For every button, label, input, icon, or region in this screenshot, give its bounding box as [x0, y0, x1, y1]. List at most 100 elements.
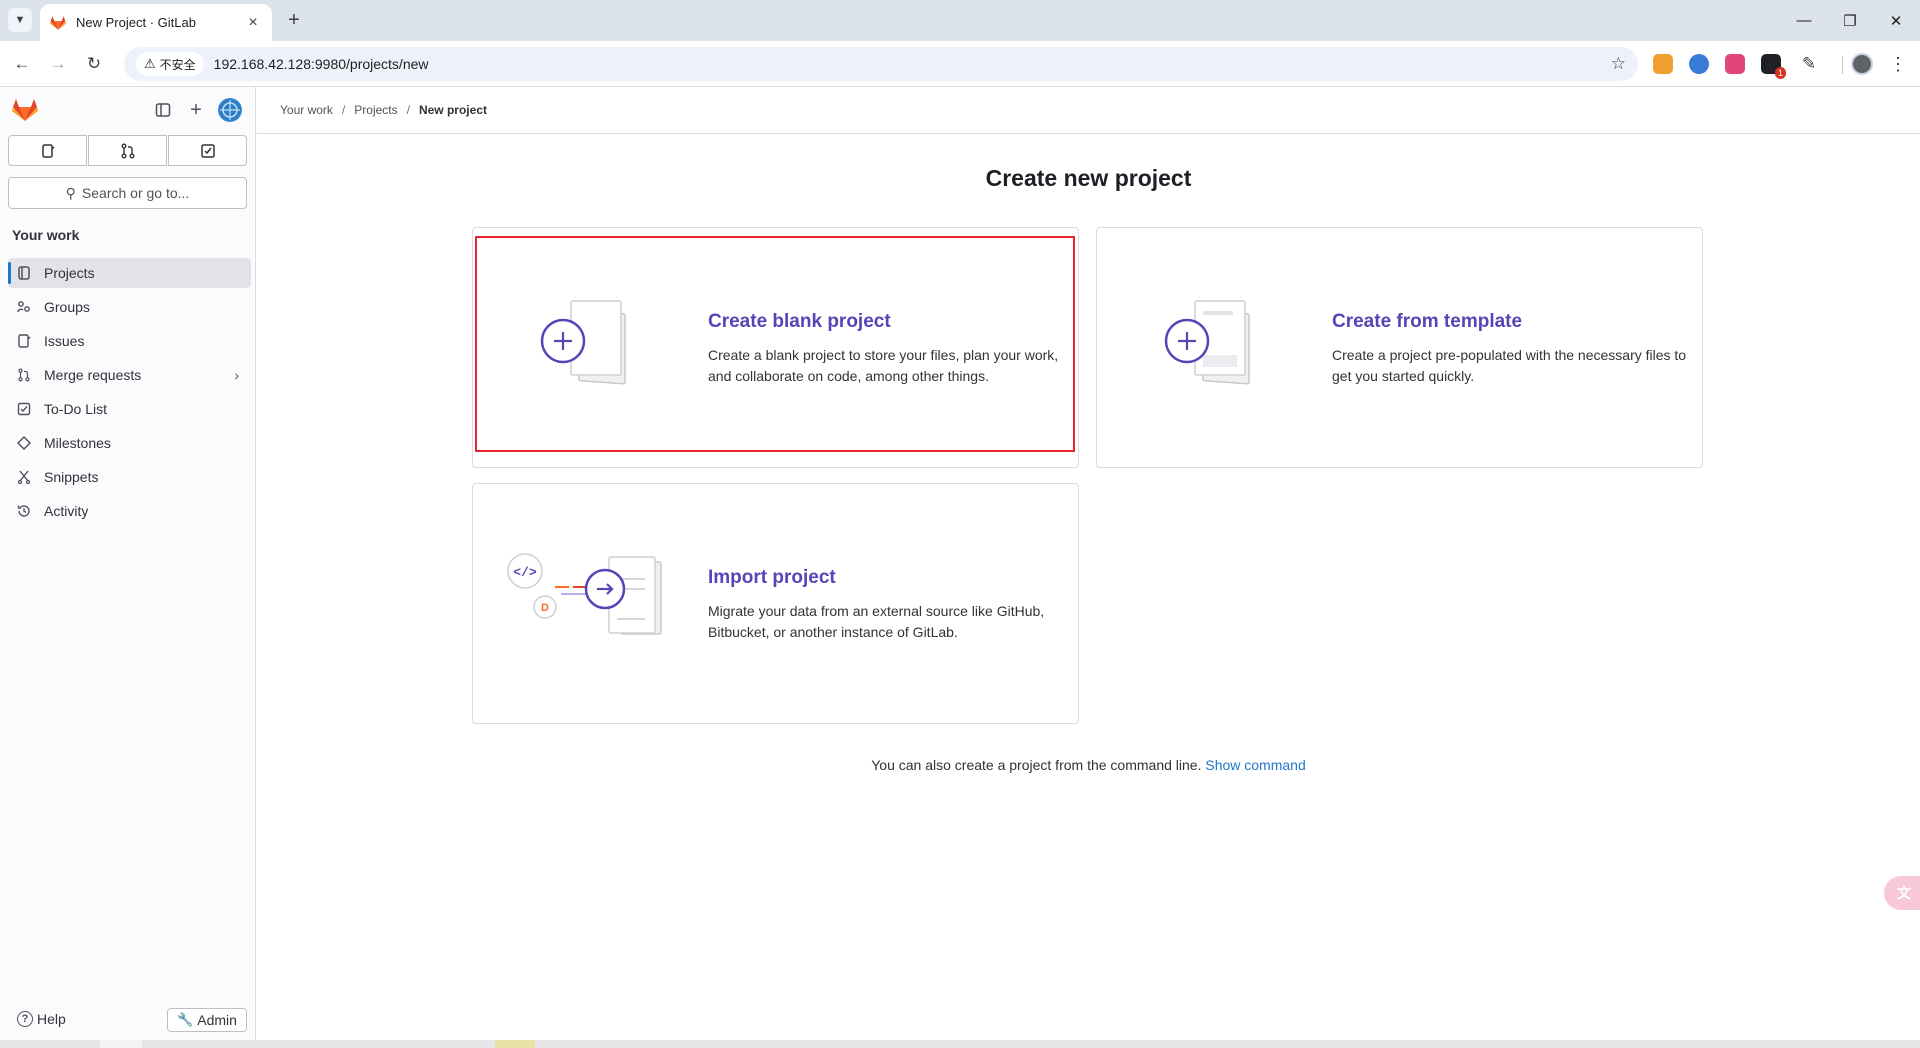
card-title[interactable]: Create from template: [1332, 311, 1522, 333]
sidebar-item-projects[interactable]: Projects: [8, 258, 251, 288]
issues-icon: [16, 333, 32, 349]
gitlab-favicon-icon: [50, 15, 66, 30]
create-new-plus-icon[interactable]: +: [186, 99, 206, 121]
toolbar-divider: [1842, 56, 1843, 74]
sidebar-item-label: Issues: [44, 333, 85, 349]
help-label: Help: [37, 1011, 66, 1027]
svg-text:D: D: [541, 602, 549, 614]
sidebar-item-activity[interactable]: Activity: [8, 496, 251, 526]
import-project-card[interactable]: </> D Import project Migrate your data f…: [472, 483, 1079, 724]
collapse-sidebar-icon[interactable]: [153, 100, 173, 120]
taskbar-segment: [100, 1040, 142, 1048]
search-input[interactable]: ⚲ Search or go to...: [8, 177, 247, 209]
tab-search-button[interactable]: ▼: [8, 8, 32, 32]
merge-requests-button[interactable]: [88, 135, 167, 166]
page-title: Create new project: [985, 165, 1192, 191]
breadcrumb-projects[interactable]: Projects: [354, 103, 397, 117]
extensions-puzzle-icon[interactable]: ✎: [1799, 54, 1819, 74]
help-button[interactable]: ? Help: [17, 1011, 66, 1027]
breadcrumb-separator: /: [406, 103, 410, 117]
selection-highlight-box: [475, 236, 1075, 452]
milestone-icon: [16, 435, 32, 451]
sidebar-item-label: Snippets: [44, 469, 99, 485]
sidebar-item-label: To-Do List: [44, 401, 108, 417]
extension-orange-icon[interactable]: [1653, 54, 1673, 74]
new-tab-button[interactable]: +: [282, 8, 306, 32]
warning-icon: ⚠: [144, 56, 156, 71]
snippet-icon: [16, 469, 32, 485]
taskbar-strip: [0, 1040, 1920, 1048]
close-tab-icon[interactable]: ×: [244, 14, 262, 32]
extension-translate-icon[interactable]: [1725, 54, 1745, 74]
extension-badge: 1: [1774, 67, 1786, 79]
todo-list-button[interactable]: [168, 135, 247, 166]
todo-icon: [200, 143, 215, 158]
breadcrumb-new-project[interactable]: New project: [419, 103, 487, 117]
template-illustration-icon: [1164, 300, 1250, 385]
breadcrumb-your-work[interactable]: Your work: [280, 103, 333, 117]
url-text[interactable]: 192.168.42.128:9980/projects/new: [214, 56, 1611, 72]
sidebar-item-label: Projects: [44, 265, 95, 281]
browser-tabstrip: ▼ New Project · GitLab × + — ❐ ✕: [0, 0, 1920, 41]
sidebar-item-label: Merge requests: [44, 367, 142, 383]
bookmark-star-icon[interactable]: ☆: [1611, 54, 1626, 74]
security-chip[interactable]: ⚠ 不安全: [136, 52, 204, 76]
card-description: Migrate your data from an external sourc…: [708, 603, 1045, 640]
gitlab-logo-icon[interactable]: [12, 98, 38, 122]
chevron-right-icon: ›: [234, 367, 239, 383]
assigned-issues-button[interactable]: [8, 135, 87, 166]
create-from-template-card[interactable]: Create from template Create a project pr…: [1096, 227, 1703, 468]
breadcrumb: Your work / Projects / New project: [257, 87, 1920, 134]
group-icon: [16, 299, 32, 315]
minimize-window-icon[interactable]: —: [1781, 0, 1827, 41]
reload-icon[interactable]: ↻: [80, 50, 108, 78]
show-command-link[interactable]: Show command: [1205, 757, 1305, 773]
sidebar-nav: Projects Groups Issues Merge requests › …: [8, 258, 251, 530]
todo-icon: [16, 401, 32, 417]
sidebar-item-milestones[interactable]: Milestones: [8, 428, 251, 458]
tab-title: New Project · GitLab: [76, 15, 196, 30]
import-project-illustration-icon: </> D: [507, 553, 662, 635]
sidebar-item-label: Groups: [44, 299, 90, 315]
question-icon: ?: [17, 1011, 33, 1027]
restore-window-icon[interactable]: ❐: [1827, 0, 1873, 41]
browser-toolbar: ← → ↻ ⚠ 不安全 192.168.42.128:9980/projects…: [0, 41, 1920, 87]
merge-request-icon: [121, 143, 134, 158]
profile-avatar[interactable]: [1851, 53, 1873, 75]
sidebar-item-groups[interactable]: Groups: [8, 292, 251, 322]
issues-icon: [41, 143, 55, 158]
back-arrow-icon[interactable]: ←: [8, 50, 36, 78]
wrench-icon: 🔧: [177, 1012, 194, 1027]
translate-float-icon[interactable]: 文: [1884, 876, 1920, 910]
admin-label: Admin: [197, 1012, 237, 1028]
admin-button[interactable]: 🔧 Admin: [167, 1008, 247, 1032]
svg-text:</>: </>: [513, 565, 537, 580]
sidebar-item-todo-list[interactable]: To-Do List: [8, 394, 251, 424]
sidebar-item-label: Activity: [44, 503, 89, 519]
close-window-icon[interactable]: ✕: [1873, 0, 1919, 41]
project-icon: [16, 265, 32, 281]
browser-menu-icon[interactable]: ⋮: [1888, 52, 1908, 76]
sidebar-item-label: Milestones: [44, 435, 111, 451]
card-title[interactable]: Import project: [708, 567, 836, 589]
address-bar[interactable]: ⚠ 不安全 192.168.42.128:9980/projects/new ☆: [124, 47, 1638, 81]
forward-arrow-icon[interactable]: →: [44, 50, 72, 78]
command-line-hint: You can also create a project from the c…: [257, 757, 1920, 773]
extension-fox-icon[interactable]: [1689, 54, 1709, 74]
sidebar-item-snippets[interactable]: Snippets: [8, 462, 251, 492]
breadcrumb-separator: /: [341, 103, 346, 117]
taskbar-segment-active: [495, 1040, 535, 1048]
extension-notification-icon[interactable]: 1: [1761, 54, 1786, 79]
insecure-label: 不安全: [159, 57, 196, 72]
sidebar-section-title: Your work: [12, 227, 80, 243]
history-icon: [16, 503, 32, 519]
user-avatar[interactable]: [218, 98, 242, 122]
browser-tab[interactable]: New Project · GitLab ×: [40, 4, 272, 41]
sidebar-item-merge-requests[interactable]: Merge requests ›: [8, 360, 251, 390]
search-icon: ⚲: [65, 184, 76, 201]
sidebar-item-issues[interactable]: Issues: [8, 326, 251, 356]
search-placeholder: Search or go to...: [81, 185, 190, 201]
command-line-text: You can also create a project from the c…: [871, 757, 1202, 773]
card-description: Create a project pre-populated with the …: [1332, 347, 1687, 384]
merge-request-icon: [16, 367, 32, 383]
